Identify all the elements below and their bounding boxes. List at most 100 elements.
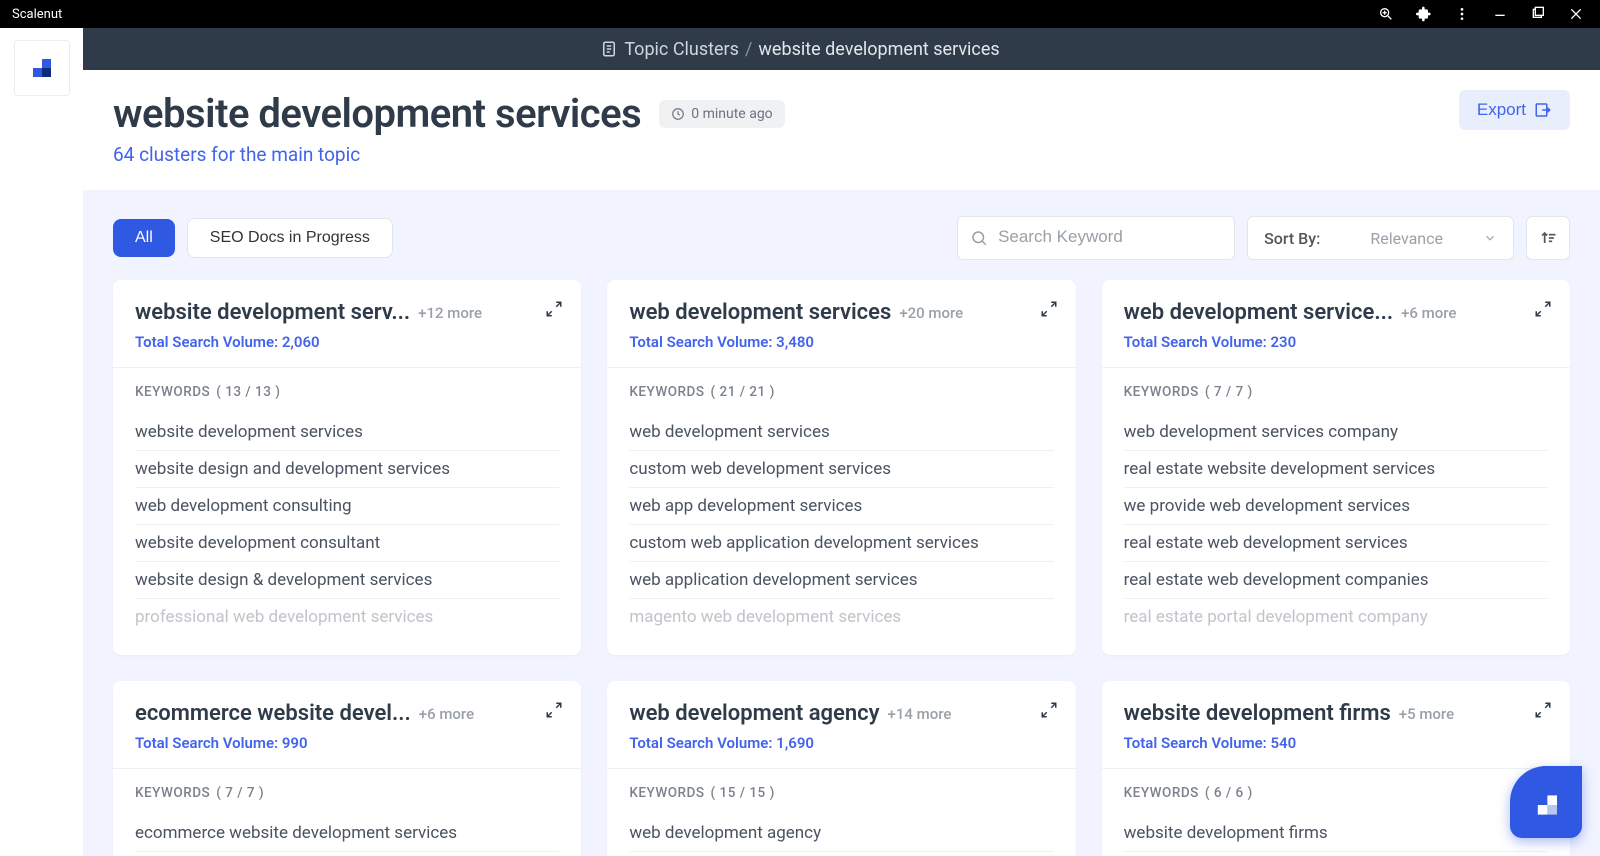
cluster-title[interactable]: website development serv... xyxy=(135,300,410,325)
sortby-value: Relevance xyxy=(1370,229,1443,248)
filters-row: All SEO Docs in Progress Sort By: Releva… xyxy=(113,216,1570,260)
more-count: +6 more xyxy=(419,705,474,723)
cluster-title[interactable]: web development agency xyxy=(629,701,879,726)
chat-fab[interactable] xyxy=(1510,766,1582,838)
keywords-header: KEYWORDS( 13 / 13 ) xyxy=(135,384,559,400)
tab-title: Scalenut xyxy=(6,7,68,22)
keywords-count: ( 6 / 6 ) xyxy=(1205,785,1253,801)
sortby-select[interactable]: Sort By: Relevance xyxy=(1247,216,1514,260)
keyword-item[interactable]: web development services company xyxy=(1124,414,1548,451)
cluster-card: website development firms +5 more Total … xyxy=(1102,681,1570,856)
keywords-count: ( 7 / 7 ) xyxy=(1205,384,1253,400)
expand-icon[interactable] xyxy=(1534,300,1552,318)
clock-icon xyxy=(671,107,685,121)
breadcrumb: Topic Clusters / website development ser… xyxy=(0,28,1600,70)
breadcrumb-root[interactable]: Topic Clusters xyxy=(624,39,739,60)
keyword-list: website development serviceswebsite desi… xyxy=(135,414,559,635)
keyword-item[interactable]: web development consulting xyxy=(135,488,559,525)
keyword-list: ecommerce website development services xyxy=(135,815,559,852)
menu-dots-icon[interactable] xyxy=(1454,6,1470,22)
app-logo[interactable] xyxy=(14,40,70,96)
keyword-item[interactable]: website design and development services xyxy=(135,451,559,488)
keywords-header: KEYWORDS( 7 / 7 ) xyxy=(1124,384,1548,400)
minimize-icon[interactable] xyxy=(1492,6,1508,22)
keyword-list: website development firms xyxy=(1124,815,1548,852)
keywords-header: KEYWORDS( 15 / 15 ) xyxy=(629,785,1053,801)
time-chip-label: 0 minute ago xyxy=(691,106,772,122)
keyword-item[interactable]: website development firms xyxy=(1124,815,1548,852)
sortby-label: Sort By: xyxy=(1264,229,1320,248)
chevron-down-icon xyxy=(1483,231,1497,245)
expand-icon[interactable] xyxy=(545,300,563,318)
maximize-icon[interactable] xyxy=(1530,6,1546,22)
keyword-list: web development servicescustom web devel… xyxy=(629,414,1053,635)
search-volume: Total Search Volume: 2,060 xyxy=(135,333,559,351)
cluster-title[interactable]: web development service... xyxy=(1124,300,1393,325)
more-count: +20 more xyxy=(899,304,963,322)
search-box[interactable] xyxy=(957,216,1235,260)
breadcrumb-separator: / xyxy=(745,39,752,60)
close-icon[interactable] xyxy=(1568,6,1584,22)
expand-icon[interactable] xyxy=(1040,300,1058,318)
search-volume: Total Search Volume: 1,690 xyxy=(629,734,1053,752)
more-count: +5 more xyxy=(1399,705,1454,723)
more-count: +12 more xyxy=(418,304,482,322)
expand-icon[interactable] xyxy=(545,701,563,719)
keyword-item[interactable]: web development agency xyxy=(629,815,1053,852)
cluster-card: web development services +20 more Total … xyxy=(607,280,1075,655)
export-icon xyxy=(1534,101,1552,119)
keyword-item[interactable]: website development services xyxy=(135,414,559,451)
keyword-item[interactable]: we provide web development services xyxy=(1124,488,1548,525)
keyword-item[interactable]: web app development services xyxy=(629,488,1053,525)
keywords-count: ( 21 / 21 ) xyxy=(711,384,775,400)
zoom-icon[interactable] xyxy=(1378,6,1394,22)
keywords-count: ( 13 / 13 ) xyxy=(216,384,280,400)
keyword-item[interactable]: real estate web development companies xyxy=(1124,562,1548,599)
search-volume: Total Search Volume: 3,480 xyxy=(629,333,1053,351)
sidebar xyxy=(0,28,83,856)
filter-progress-button[interactable]: SEO Docs in Progress xyxy=(187,218,393,258)
keyword-item[interactable]: real estate website development services xyxy=(1124,451,1548,488)
search-volume: Total Search Volume: 230 xyxy=(1124,333,1548,351)
keyword-list: web development agency xyxy=(629,815,1053,852)
keyword-item[interactable]: professional web development services xyxy=(135,599,559,635)
expand-icon[interactable] xyxy=(1534,701,1552,719)
cluster-title[interactable]: ecommerce website devel... xyxy=(135,701,411,726)
search-volume: Total Search Volume: 990 xyxy=(135,734,559,752)
cluster-title[interactable]: web development services xyxy=(629,300,891,325)
keywords-count: ( 7 / 7 ) xyxy=(216,785,264,801)
keyword-item[interactable]: web development services xyxy=(629,414,1053,451)
keyword-item[interactable]: custom web development services xyxy=(629,451,1053,488)
cluster-title[interactable]: website development firms xyxy=(1124,701,1391,726)
browser-titlebar: Scalenut xyxy=(0,0,1600,28)
page-header: website development services 0 minute ag… xyxy=(83,70,1600,190)
export-button-label: Export xyxy=(1477,100,1526,120)
expand-icon[interactable] xyxy=(1040,701,1058,719)
sort-direction-button[interactable] xyxy=(1526,216,1570,260)
more-count: +14 more xyxy=(888,705,952,723)
cards-grid: website development serv... +12 more Tot… xyxy=(113,280,1570,856)
keyword-item[interactable]: ecommerce website development services xyxy=(135,815,559,852)
page-title: website development services xyxy=(113,90,641,137)
keyword-item[interactable]: real estate portal development company xyxy=(1124,599,1548,635)
keywords-count: ( 15 / 15 ) xyxy=(711,785,775,801)
keyword-item[interactable]: real estate web development services xyxy=(1124,525,1548,562)
keyword-list: web development services companyreal est… xyxy=(1124,414,1548,635)
keywords-header: KEYWORDS( 21 / 21 ) xyxy=(629,384,1053,400)
keyword-item[interactable]: magento web development services xyxy=(629,599,1053,635)
keyword-item[interactable]: website development consultant xyxy=(135,525,559,562)
export-button[interactable]: Export xyxy=(1459,90,1570,130)
keyword-item[interactable]: website design & development services xyxy=(135,562,559,599)
cluster-card: ecommerce website devel... +6 more Total… xyxy=(113,681,581,856)
report-icon xyxy=(600,40,618,58)
search-icon xyxy=(970,229,988,247)
page-subtitle: 64 clusters for the main topic xyxy=(113,143,785,166)
filter-all-button[interactable]: All xyxy=(113,219,175,257)
keyword-item[interactable]: custom web application development servi… xyxy=(629,525,1053,562)
cluster-card: website development serv... +12 more Tot… xyxy=(113,280,581,655)
search-input[interactable] xyxy=(998,229,1222,247)
extensions-icon[interactable] xyxy=(1416,6,1432,22)
breadcrumb-current: website development services xyxy=(758,39,999,60)
search-volume: Total Search Volume: 540 xyxy=(1124,734,1548,752)
keyword-item[interactable]: web application development services xyxy=(629,562,1053,599)
